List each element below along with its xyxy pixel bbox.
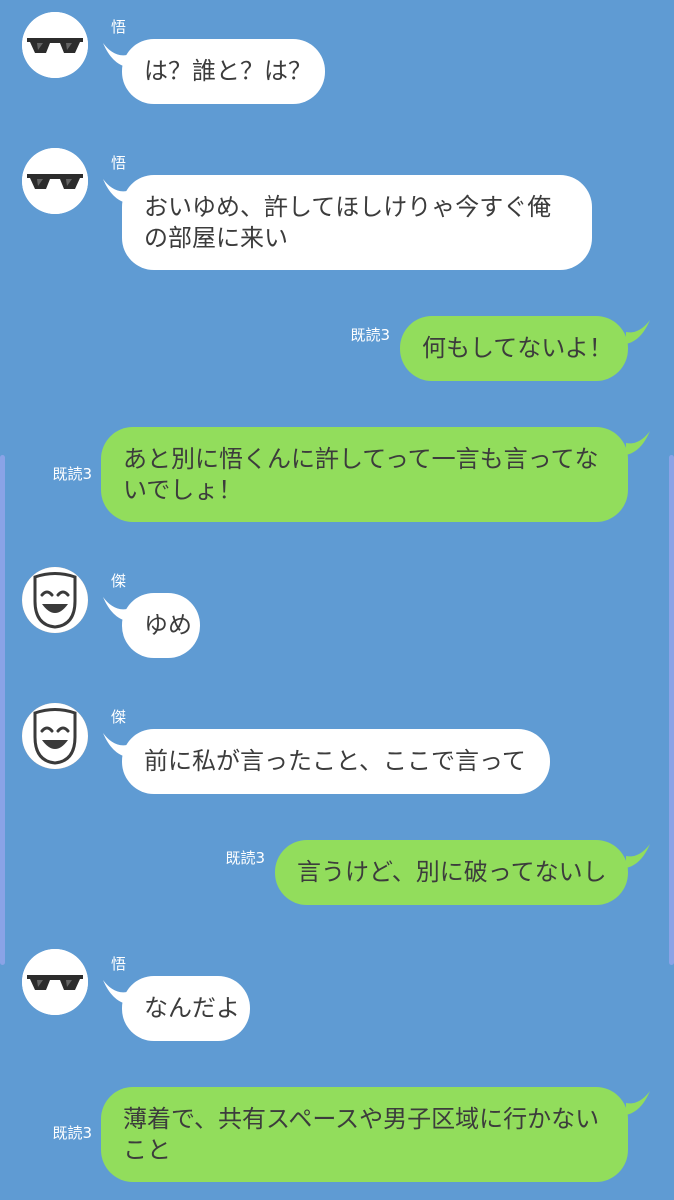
bubble-tail — [626, 431, 650, 455]
geto-avatar-icon[interactable] — [22, 567, 88, 633]
bubble-tail — [626, 320, 650, 344]
sender-name: 傑 — [111, 572, 127, 590]
gojo-avatar-icon[interactable] — [22, 12, 88, 78]
bubble-tail — [626, 844, 650, 868]
read-receipt: 既読3 — [350, 326, 390, 344]
bubble-tail — [626, 1091, 650, 1115]
geto-avatar-icon[interactable] — [22, 703, 88, 769]
smiling-mask-icon — [22, 703, 88, 769]
message-bubble[interactable]: は？誰と？は？ — [122, 39, 325, 104]
message-bubble[interactable]: 言うけど、別に破ってないし — [275, 840, 628, 905]
read-receipt: 既読3 — [52, 1124, 92, 1142]
message-bubble[interactable]: 何もしてないよ！ — [400, 316, 628, 381]
message-bubble[interactable]: 薄着で、共有スペースや男子区域に行かないこと — [101, 1087, 628, 1182]
smiling-mask-icon — [22, 567, 88, 633]
sender-name: 悟 — [111, 18, 127, 36]
sunglasses-icon — [22, 148, 88, 214]
sender-name: 悟 — [111, 955, 127, 973]
sunglasses-icon — [22, 12, 88, 78]
message-bubble[interactable]: なんだよ — [122, 976, 250, 1041]
right-scroll-indicator[interactable] — [669, 455, 674, 965]
sender-name: 悟 — [111, 154, 127, 172]
gojo-avatar-icon[interactable] — [22, 949, 88, 1015]
message-bubble[interactable]: あと別に悟くんに許してって一言も言ってないでしょ！ — [101, 427, 628, 522]
left-scroll-indicator[interactable] — [0, 455, 5, 965]
chat-screen: 悟 は？誰と？は？ 悟 おいゆめ、許してほしけりゃ今すぐ俺の部屋に来い 既読3 … — [0, 0, 674, 1200]
read-receipt: 既読3 — [52, 465, 92, 483]
message-bubble[interactable]: おいゆめ、許してほしけりゃ今すぐ俺の部屋に来い — [122, 175, 592, 270]
message-bubble[interactable]: ゆめ — [122, 593, 200, 658]
read-receipt: 既読3 — [225, 849, 265, 867]
message-bubble[interactable]: 前に私が言ったこと、ここで言って — [122, 729, 550, 794]
sunglasses-icon — [22, 949, 88, 1015]
sender-name: 傑 — [111, 708, 127, 726]
gojo-avatar-icon[interactable] — [22, 148, 88, 214]
